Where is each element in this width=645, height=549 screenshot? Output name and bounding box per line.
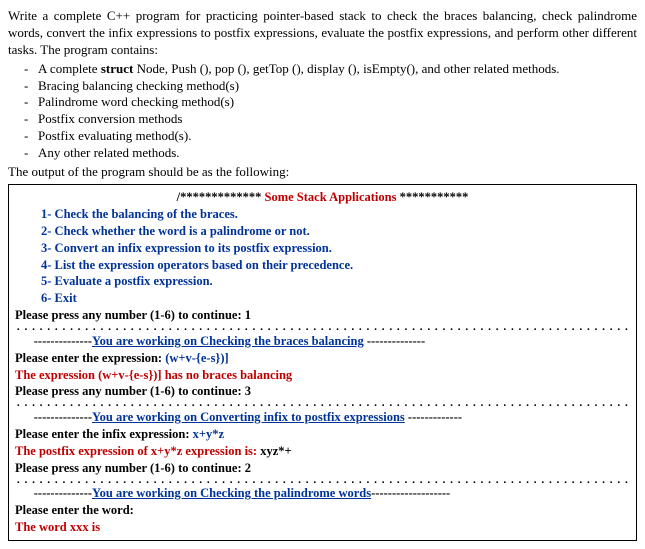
dashes: -------------------	[371, 486, 450, 500]
dashes: --------------	[34, 334, 92, 348]
section-1-title: You are working on Checking the braces b…	[92, 334, 364, 348]
prompt-value: 2	[245, 461, 251, 475]
prompt-value: 3	[245, 384, 251, 398]
section-2-title: You are working on Checking the palindro…	[92, 486, 371, 500]
problem-intro: Write a complete C++ program for practic…	[8, 8, 637, 59]
app-header: /************* Some Stack Applications *…	[15, 189, 630, 206]
req-item: Bracing balancing checking method(s)	[38, 78, 637, 95]
enter-expression-label: Please enter the expression:	[15, 351, 165, 365]
prompt-label: Please press any number (1-6) to continu…	[15, 384, 245, 398]
menu-item-4: 4- List the expression operators based o…	[41, 257, 630, 274]
prompt-line-3: Please press any number (1-6) to continu…	[15, 460, 630, 477]
result-3: The postfix expression of x+y*z expressi…	[15, 443, 630, 460]
req-item: Postfix conversion methods	[38, 111, 637, 128]
infix-input: x+y*z	[193, 427, 224, 441]
req-item: Any other related methods.	[38, 145, 637, 162]
postfix-output: xyz*+	[260, 444, 291, 458]
stars-right: ***********	[400, 190, 469, 204]
requirements-list: A complete struct Node, Push (), pop (),…	[38, 61, 637, 162]
section-1-header: --------------You are working on Checkin…	[15, 333, 630, 350]
prompt-label: Please press any number (1-6) to continu…	[15, 461, 245, 475]
enter-infix-label: Please enter the infix expression:	[15, 427, 193, 441]
separator-dots: ........................................…	[15, 324, 630, 333]
dashes: --------------	[34, 410, 92, 424]
prompt-value: 1	[245, 308, 251, 322]
req-item: Palindrome word checking method(s)	[38, 94, 637, 111]
req-item: A complete struct Node, Push (), pop (),…	[38, 61, 637, 78]
expression-input: (w+v-{e-s})]	[165, 351, 228, 365]
prompt-line-1: Please press any number (1-6) to continu…	[15, 307, 630, 324]
dashes: -------------	[405, 410, 462, 424]
menu-item-1: 1- Check the balancing of the braces.	[41, 206, 630, 223]
section-2-header: --------------You are working on Checkin…	[15, 485, 630, 502]
section-3-header: --------------You are working on Convert…	[15, 409, 630, 426]
output-intro: The output of the program should be as t…	[8, 164, 637, 180]
separator-dots: ........................................…	[15, 477, 630, 486]
result-2: The word xxx is	[15, 519, 630, 536]
menu-item-2: 2- Check whether the word is a palindrom…	[41, 223, 630, 240]
section-3-title: You are working on Converting infix to p…	[92, 410, 405, 424]
enter-infix-line: Please enter the infix expression: x+y*z	[15, 426, 630, 443]
req-item: Postfix evaluating method(s).	[38, 128, 637, 145]
enter-expression-line: Please enter the expression: (w+v-{e-s})…	[15, 350, 630, 367]
menu-list: 1- Check the balancing of the braces. 2-…	[41, 206, 630, 307]
prompt-label: Please press any number (1-6) to continu…	[15, 308, 245, 322]
dashes: --------------	[364, 334, 425, 348]
app-title: Some Stack Applications	[261, 190, 399, 204]
result-3-text: The postfix expression of x+y*z expressi…	[15, 444, 260, 458]
menu-item-6: 6- Exit	[41, 290, 630, 307]
result-1: The expression (w+v-{e-s})] has no brace…	[15, 367, 630, 384]
separator-dots: ........................................…	[15, 400, 630, 409]
menu-item-3: 3- Convert an infix expression to its po…	[41, 240, 630, 257]
prompt-line-2: Please press any number (1-6) to continu…	[15, 383, 630, 400]
dashes: --------------	[34, 486, 92, 500]
menu-item-5: 5- Evaluate a postfix expression.	[41, 273, 630, 290]
stars-left: /*************	[177, 190, 262, 204]
output-box: /************* Some Stack Applications *…	[8, 184, 637, 541]
